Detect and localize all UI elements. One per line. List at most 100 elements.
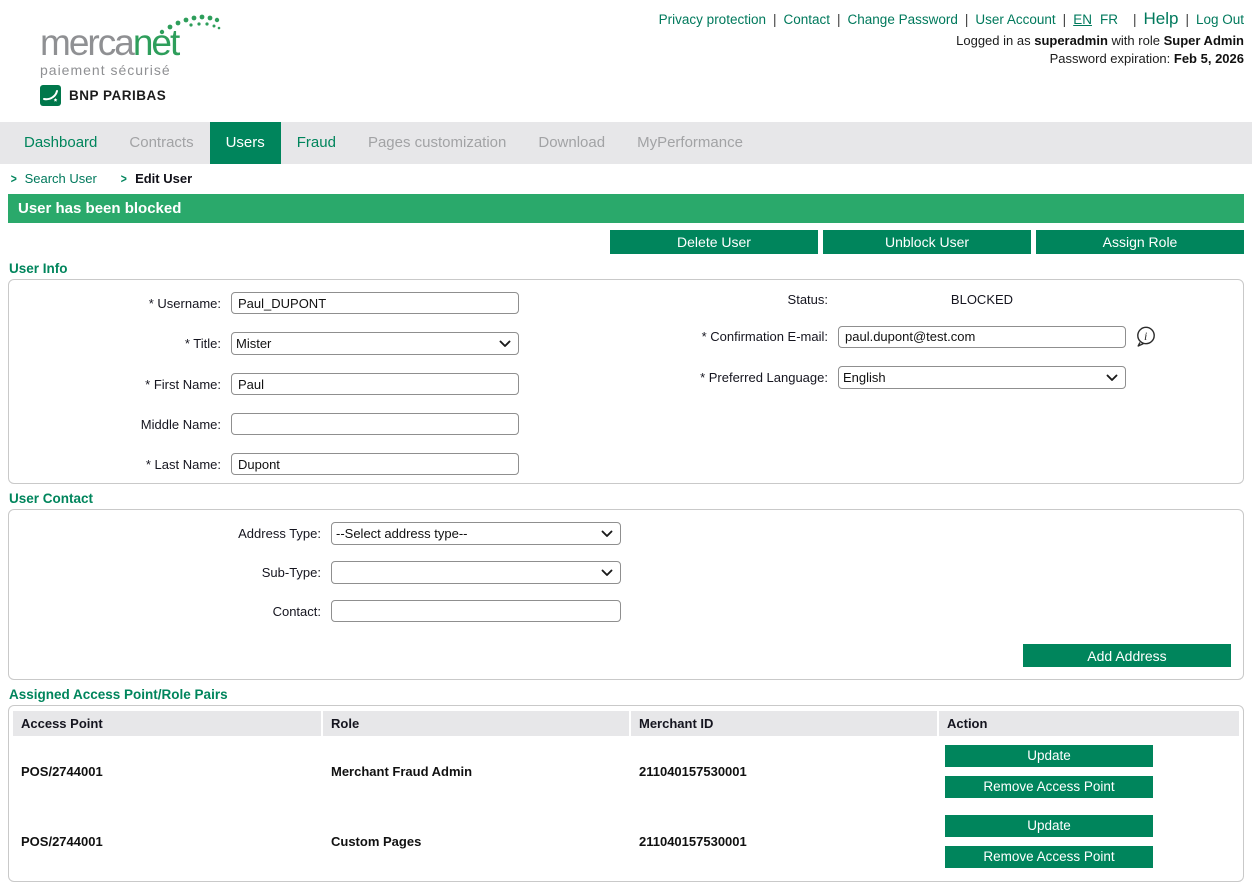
header: mercanet paiement sécurisé: [0, 0, 1252, 122]
lang-en[interactable]: EN: [1073, 12, 1092, 27]
logged-in-role: Super Admin: [1164, 33, 1244, 48]
merchant-id-cell: 211040157530001: [631, 764, 937, 779]
lang-fr[interactable]: FR: [1100, 12, 1118, 27]
separator: |: [1133, 12, 1137, 27]
logged-in-line: Logged in as superadmin with role Super …: [659, 32, 1244, 49]
logo-wordmark: mercanet: [40, 24, 178, 62]
password-expiration-line: Password expiration: Feb 5, 2026: [659, 50, 1244, 67]
tab-users[interactable]: Users: [210, 122, 281, 164]
breadcrumb-edit-user: > Edit User: [120, 171, 192, 186]
address-type-select[interactable]: --Select address type--: [331, 522, 621, 545]
action-cell: Update Remove Access Point: [939, 740, 1239, 803]
svg-text:i: i: [1144, 329, 1147, 343]
user-info-section-title: User Info: [9, 261, 1252, 276]
contact-row: Contact:: [9, 600, 1243, 622]
table-row: POS/2744001 Merchant Fraud Admin 2110401…: [13, 736, 1239, 806]
column-header-action: Action: [939, 711, 1239, 736]
logged-in-infix: with role: [1112, 33, 1160, 48]
sub-type-label: Sub-Type:: [9, 565, 331, 580]
sub-type-row: Sub-Type:: [9, 561, 1243, 584]
link-contact[interactable]: Contact: [783, 12, 830, 27]
separator: |: [1185, 12, 1189, 27]
access-pairs-section-title: Assigned Access Point/Role Pairs: [9, 687, 1252, 702]
middle-name-field[interactable]: [231, 413, 519, 435]
confirmation-email-row: * Confirmation E-mail: i: [626, 325, 1243, 348]
main-nav: Dashboard Contracts Users Fraud Pages cu…: [0, 122, 1252, 164]
status-row: Status: BLOCKED: [626, 292, 1243, 307]
preferred-language-select[interactable]: English: [838, 366, 1126, 389]
status-label: Status:: [626, 292, 838, 307]
bnp-paribas-icon: [40, 85, 61, 106]
address-type-row: Address Type: --Select address type--: [9, 522, 1243, 545]
table-header-row: Access Point Role Merchant ID Action: [13, 711, 1239, 736]
logged-in-prefix: Logged in as: [956, 33, 1030, 48]
password-expiration-label: Password expiration:: [1050, 51, 1171, 66]
password-expiration-value: Feb 5, 2026: [1174, 51, 1244, 66]
username-row: * Username:: [9, 292, 626, 314]
delete-user-button[interactable]: Delete User: [610, 230, 818, 254]
access-point-cell: POS/2744001: [13, 834, 321, 849]
link-user-account[interactable]: User Account: [975, 12, 1055, 27]
update-button[interactable]: Update: [945, 815, 1153, 837]
link-help[interactable]: Help: [1143, 9, 1178, 28]
column-header-merchant-id: Merchant ID: [631, 711, 937, 736]
chevron-right-icon: >: [11, 171, 17, 186]
tab-myperformance: MyPerformance: [621, 122, 759, 164]
column-header-access-point: Access Point: [13, 711, 321, 736]
first-name-row: * First Name:: [9, 373, 626, 395]
user-info-left-column: * Username: * Title: Mister * First Name…: [9, 292, 626, 475]
link-change-password[interactable]: Change Password: [848, 12, 958, 27]
tab-fraud[interactable]: Fraud: [281, 122, 352, 164]
page: mercanet paiement sécurisé: [0, 0, 1252, 882]
bnp-paribas-name: BNP PARIBAS: [69, 88, 166, 103]
link-privacy-protection[interactable]: Privacy protection: [659, 12, 766, 27]
merchant-id-cell: 211040157530001: [631, 834, 937, 849]
unblock-user-button[interactable]: Unblock User: [823, 230, 1031, 254]
last-name-field[interactable]: [231, 453, 519, 475]
user-info-section: * Username: * Title: Mister * First Name…: [8, 279, 1244, 484]
action-cell: Update Remove Access Point: [939, 810, 1239, 873]
address-type-label: Address Type:: [9, 526, 331, 541]
link-log-out[interactable]: Log Out: [1196, 12, 1244, 27]
logo-text-merca: merca: [40, 22, 133, 63]
tab-contracts: Contracts: [113, 122, 209, 164]
breadcrumb-search-user: > Search User: [10, 171, 97, 186]
page-actions: Delete User Unblock User Assign Role: [0, 230, 1252, 254]
confirmation-email-field[interactable]: [838, 326, 1126, 348]
title-label: * Title:: [9, 336, 231, 351]
tab-dashboard[interactable]: Dashboard: [8, 122, 113, 164]
sub-type-select[interactable]: [331, 561, 621, 584]
user-contact-section: Address Type: --Select address type-- Su…: [8, 509, 1244, 680]
username-field[interactable]: [231, 292, 519, 314]
contact-field[interactable]: [331, 600, 621, 622]
breadcrumb: > Search User > Edit User: [0, 164, 1252, 192]
middle-name-row: Middle Name:: [9, 413, 626, 435]
username-label: * Username:: [9, 296, 231, 311]
role-cell: Custom Pages: [323, 834, 629, 849]
mercanet-logo: mercanet paiement sécurisé: [40, 24, 178, 106]
logo-dots-icon: [158, 12, 222, 36]
separator: |: [1063, 12, 1067, 27]
chevron-right-icon: >: [121, 171, 127, 186]
add-address-button[interactable]: Add Address: [1023, 644, 1231, 667]
update-button[interactable]: Update: [945, 745, 1153, 767]
remove-access-point-button[interactable]: Remove Access Point: [945, 846, 1153, 868]
user-info-right-column: Status: BLOCKED * Confirmation E-mail: i…: [626, 292, 1243, 475]
confirmation-email-label: * Confirmation E-mail:: [626, 329, 838, 344]
first-name-field[interactable]: [231, 373, 519, 395]
separator: |: [965, 12, 969, 27]
status-value: BLOCKED: [838, 292, 1126, 307]
utility-nav: Privacy protection | Contact | Change Passwo…: [659, 8, 1244, 31]
logged-in-username: superadmin: [1034, 33, 1108, 48]
breadcrumb-search-user-link[interactable]: Search User: [25, 171, 97, 186]
header-right: Privacy protection | Contact | Change Passwo…: [659, 8, 1244, 67]
info-icon[interactable]: i: [1134, 325, 1157, 348]
breadcrumb-edit-user-label: Edit User: [135, 171, 192, 186]
last-name-row: * Last Name:: [9, 453, 626, 475]
title-select[interactable]: Mister: [231, 332, 519, 355]
separator: |: [837, 12, 841, 27]
remove-access-point-button[interactable]: Remove Access Point: [945, 776, 1153, 798]
assign-role-button[interactable]: Assign Role: [1036, 230, 1244, 254]
last-name-label: * Last Name:: [9, 457, 231, 472]
preferred-language-label: * Preferred Language:: [626, 370, 838, 385]
